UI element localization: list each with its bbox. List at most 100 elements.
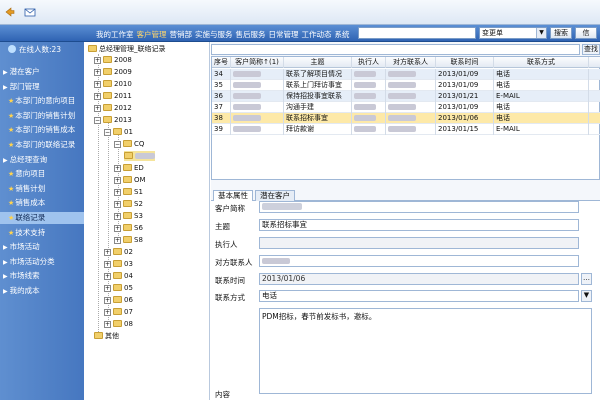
tree-node[interactable]: +2010 bbox=[94, 79, 132, 89]
tree-root[interactable]: 总经理管理_联络记录 bbox=[88, 44, 166, 54]
tree-node[interactable]: +2008 bbox=[94, 55, 132, 65]
expand-icon[interactable]: + bbox=[114, 189, 121, 196]
contact-method-select[interactable]: 电话 bbox=[259, 290, 579, 302]
expand-icon[interactable]: + bbox=[114, 201, 121, 208]
nav-daily[interactable]: 日常管理 bbox=[269, 30, 299, 39]
tree-node[interactable]: +08 bbox=[104, 319, 133, 329]
table-row[interactable]: 39 拜访款谢 2013/01/15 E-MAIL bbox=[212, 124, 600, 135]
column-header[interactable]: 联系时间 bbox=[436, 57, 494, 68]
filter-input[interactable] bbox=[211, 44, 580, 55]
extra-button[interactable]: 信 bbox=[575, 27, 597, 39]
expand-icon[interactable]: + bbox=[104, 249, 111, 256]
tree-node[interactable]: +2012 bbox=[94, 103, 132, 113]
tree-node[interactable]: +07 bbox=[104, 307, 133, 317]
nav-system[interactable]: 系统 bbox=[335, 30, 350, 39]
expand-icon[interactable]: + bbox=[94, 69, 101, 76]
tree-node[interactable]: + ED bbox=[114, 163, 144, 173]
nav-marketing[interactable]: 营销部 bbox=[170, 30, 193, 39]
tree-node[interactable]: + OM bbox=[114, 175, 146, 185]
sidebar-item[interactable]: ▶ 我的成本 bbox=[0, 285, 84, 297]
sidebar-item[interactable]: ★联络记录 bbox=[0, 212, 84, 224]
tree-node[interactable]: +04 bbox=[104, 271, 133, 281]
nav-customer-management[interactable]: 客户管理 bbox=[137, 30, 167, 39]
subject-field[interactable]: 联系招标事宜 bbox=[259, 219, 579, 231]
sidebar-item[interactable]: ★销售成本 bbox=[0, 197, 84, 209]
expand-icon[interactable]: + bbox=[114, 213, 121, 220]
expand-icon[interactable]: + bbox=[104, 297, 111, 304]
tree-node[interactable] bbox=[124, 151, 155, 161]
sidebar-item[interactable]: ★销售计划 bbox=[0, 183, 84, 195]
table-row[interactable]: 35 联系上门拜访事宜 2013/01/09 电话 bbox=[212, 80, 600, 91]
date-picker-button[interactable]: … bbox=[581, 273, 592, 285]
sidebar-item[interactable]: ▶ 市场活动分类 bbox=[0, 256, 84, 268]
tree-node[interactable]: +03 bbox=[104, 259, 133, 269]
tree-node[interactable]: + S1 bbox=[114, 187, 143, 197]
tree-node[interactable]: + S6 bbox=[114, 223, 143, 233]
sidebar-item[interactable]: ★本部门的销售计划 bbox=[0, 110, 84, 122]
expand-icon[interactable]: + bbox=[114, 177, 121, 184]
column-header[interactable]: 对方联系人 bbox=[386, 57, 436, 68]
collapse-icon[interactable]: − bbox=[94, 117, 101, 124]
expand-icon[interactable]: + bbox=[114, 237, 121, 244]
contact-field[interactable] bbox=[259, 255, 579, 267]
collapse-icon[interactable]: − bbox=[104, 129, 111, 136]
tab-potential-customer[interactable]: 潜在客户 bbox=[255, 190, 295, 201]
mail-icon[interactable] bbox=[24, 6, 36, 18]
sidebar-item[interactable]: ★本部门的销售成本 bbox=[0, 124, 84, 136]
expand-icon[interactable]: + bbox=[114, 165, 121, 172]
expand-icon[interactable]: + bbox=[94, 105, 101, 112]
nav-work-news[interactable]: 工作动态 bbox=[302, 30, 332, 39]
tree-node[interactable]: +06 bbox=[104, 295, 133, 305]
expand-icon[interactable]: + bbox=[114, 225, 121, 232]
sidebar-item[interactable]: ▶ 潜在客户 bbox=[0, 66, 84, 78]
nav-after-sales[interactable]: 售后服务 bbox=[236, 30, 266, 39]
back-arrow-icon[interactable] bbox=[4, 6, 16, 18]
tree-node[interactable]: +2009 bbox=[94, 67, 132, 77]
sidebar-item[interactable]: ▶ 部门管理 bbox=[0, 81, 84, 93]
expand-icon[interactable]: + bbox=[104, 285, 111, 292]
expand-icon[interactable]: + bbox=[94, 57, 101, 64]
collapse-icon[interactable]: − bbox=[114, 141, 121, 148]
sidebar-item[interactable]: ★技术支持 bbox=[0, 227, 84, 239]
expand-icon[interactable]: + bbox=[104, 309, 111, 316]
expand-icon[interactable]: + bbox=[94, 81, 101, 88]
column-header[interactable]: 序号 bbox=[212, 57, 231, 68]
sidebar-item[interactable]: ▶ 市场活动 bbox=[0, 241, 84, 253]
tree-node[interactable]: 其他 bbox=[94, 331, 119, 341]
tree-node[interactable]: − CQ bbox=[114, 139, 144, 149]
expand-icon[interactable]: + bbox=[94, 93, 101, 100]
tree-node[interactable]: − 01 bbox=[104, 127, 133, 137]
tree-node[interactable]: +02 bbox=[104, 247, 133, 257]
nav-my-workspace[interactable]: 我的工作室 bbox=[96, 30, 134, 39]
tree-node[interactable]: + S2 bbox=[114, 199, 143, 209]
column-header[interactable]: 联系方式 bbox=[494, 57, 589, 68]
tree-node[interactable]: − 2013 bbox=[94, 115, 132, 125]
column-header[interactable]: 执行人 bbox=[352, 57, 386, 68]
column-header[interactable]: 主题 bbox=[284, 57, 352, 68]
tree-node[interactable]: +05 bbox=[104, 283, 133, 293]
sidebar-item[interactable]: ★本部门的联络记录 bbox=[0, 139, 84, 151]
search-button[interactable]: 搜索 bbox=[550, 27, 572, 39]
table-row[interactable]: 37 沟通手建 2013/01/09 电话 bbox=[212, 102, 600, 113]
table-row[interactable]: 34 联系了解项目情况 2013/01/09 电话 bbox=[212, 69, 600, 80]
chevron-down-icon[interactable]: ▼ bbox=[581, 290, 592, 302]
expand-icon[interactable]: + bbox=[104, 321, 111, 328]
sidebar-item[interactable]: ★本部门的意向项目 bbox=[0, 95, 84, 107]
expand-icon[interactable]: + bbox=[104, 261, 111, 268]
executor-field[interactable] bbox=[259, 237, 579, 249]
table-row[interactable]: 38 联系招标事宜 2013/01/06 电话 bbox=[212, 113, 600, 124]
expand-icon[interactable]: + bbox=[104, 273, 111, 280]
sidebar-item[interactable]: ▶ 市场线索 bbox=[0, 270, 84, 282]
tree-node[interactable]: + S3 bbox=[114, 211, 143, 221]
search-type-select[interactable]: 变更单 ▼ bbox=[479, 27, 547, 39]
query-button[interactable]: 查找 bbox=[582, 44, 600, 55]
search-input[interactable] bbox=[358, 27, 476, 39]
nav-implementation[interactable]: 实施与服务 bbox=[195, 30, 233, 39]
tree-node[interactable]: +2011 bbox=[94, 91, 132, 101]
sidebar-item[interactable]: ★意向项目 bbox=[0, 168, 84, 180]
customer-field[interactable] bbox=[259, 201, 579, 213]
contact-time-field[interactable]: 2013/01/06 bbox=[259, 273, 579, 285]
sidebar-item[interactable]: ▶ 总经理查询 bbox=[0, 154, 84, 166]
content-textarea[interactable]: PDM招标，春节前发标书，邀标。 bbox=[259, 308, 592, 394]
table-row[interactable]: 36 保持招投事宜联系 2013/01/21 E-MAIL bbox=[212, 91, 600, 102]
